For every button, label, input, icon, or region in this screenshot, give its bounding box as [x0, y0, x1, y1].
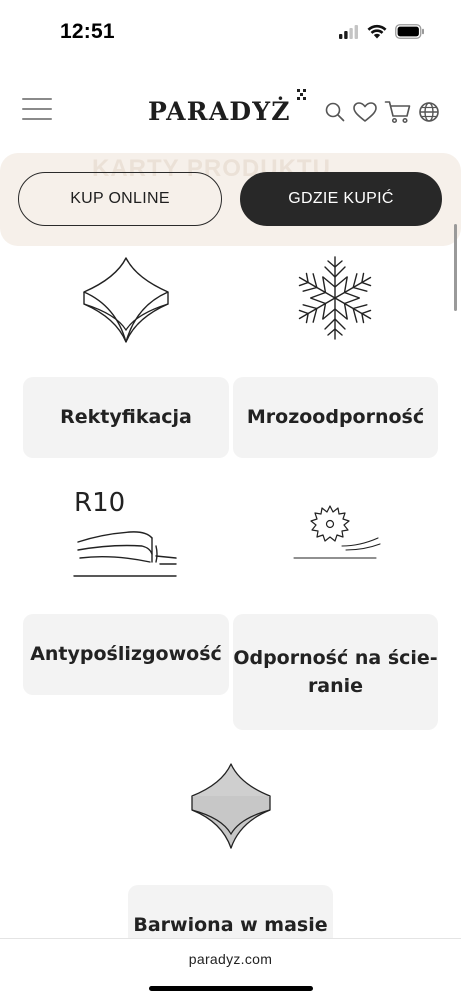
abrasion-label-line-1: Odporność na ście- [233, 646, 438, 669]
anti-slip-shoe-icon [73, 531, 177, 577]
through-body-tile-icon [191, 763, 271, 849]
slip-rating-badge: R10 [74, 488, 126, 518]
abrasion-blade-icon [293, 505, 381, 559]
rectification-label: Rektyfikacja [60, 406, 192, 429]
buy-online-button[interactable]: KUP ONLINE [18, 172, 222, 226]
url-text: paradyz.com [188, 951, 273, 967]
feature-card-anti-slip: Antypoślizgowość [23, 614, 229, 695]
logo-dots-icon [297, 89, 306, 100]
home-indicator[interactable] [149, 986, 313, 991]
feature-card-rectification: Rektyfikacja [23, 377, 229, 458]
cta-banner: KARTY PRODUKTU KUP ONLINE GDZIE KUPIĆ [0, 153, 461, 246]
site-header: PARADYŻ [0, 78, 461, 148]
browser-url-bar[interactable]: paradyz.com [0, 938, 461, 999]
heart-icon[interactable] [352, 101, 378, 123]
status-bar: 12:51 [0, 0, 461, 64]
through-body-label: Barwiona w masie [133, 914, 328, 936]
rectification-icon [83, 257, 169, 343]
globe-icon[interactable] [418, 101, 440, 123]
abrasion-label-line-2: ranie [307, 675, 364, 697]
snowflake-icon [292, 256, 378, 340]
anti-slip-label: Antypoślizgowość [30, 643, 222, 666]
frost-resistance-label: Mrozoodporność [246, 406, 425, 429]
page-scrollbar[interactable] [454, 224, 457, 311]
where-to-buy-button[interactable]: GDZIE KUPIĆ [240, 172, 442, 226]
feature-card-frost-resistance: Mrozoodporność [233, 377, 438, 458]
logo-text: PARADYŻ [148, 97, 291, 126]
cellular-signal-icon [339, 24, 358, 39]
battery-icon [395, 24, 424, 39]
status-icons [339, 24, 425, 39]
feature-card-abrasion-resistance: Odporność na ście- ranie [233, 614, 438, 730]
wifi-icon [367, 24, 387, 39]
status-time: 12:51 [60, 20, 115, 43]
header-icons [324, 100, 440, 124]
menu-hamburger-icon[interactable] [22, 98, 54, 124]
search-icon[interactable] [324, 101, 346, 123]
cart-icon[interactable] [384, 100, 412, 124]
